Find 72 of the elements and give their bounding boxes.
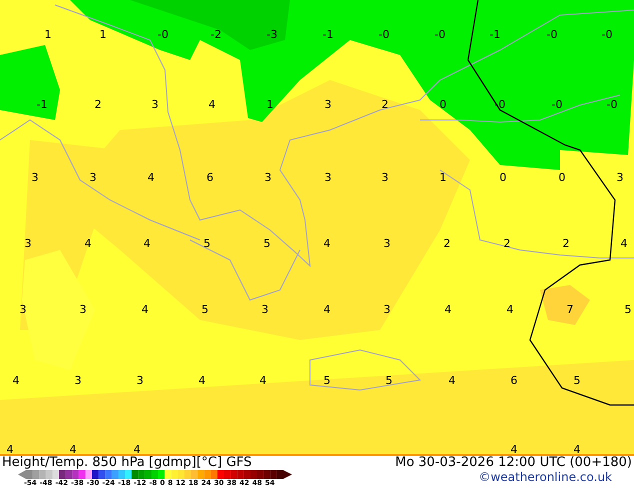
chart-title: Height/Temp. 850 hPa [gdmp][°C] GFS (2, 456, 252, 470)
map-value-label: 4 (70, 444, 76, 454)
map-value-label: 4 (134, 444, 140, 454)
map-value-label: -2 (210, 29, 222, 40)
map-value-label: -0 (552, 99, 562, 110)
map-value-label: 3 (324, 99, 332, 110)
credit-link[interactable]: ©weatheronline.co.uk (478, 470, 634, 484)
forecast-datetime: Mo 30-03-2026 12:00 UTC (00+180) (395, 456, 632, 470)
map-value-label: -1 (36, 99, 48, 110)
map-value-label: 1 (44, 29, 52, 40)
map-value-label: 4 (12, 375, 20, 386)
map-value-label: 4 (620, 238, 628, 249)
map-value-label: 3 (384, 238, 390, 249)
map-value-label: -0 (546, 29, 558, 40)
map-value-label: 3 (32, 172, 38, 183)
map-value-label: 5 (204, 238, 210, 249)
map-value-label: 4 (574, 444, 580, 454)
map-value-label: 7 (566, 304, 574, 315)
map-value-label: 4 (142, 304, 148, 315)
map-value-label: 3 (80, 304, 86, 315)
map-value-label: 4 (448, 375, 456, 386)
map-value-label: 4 (506, 304, 514, 315)
map-value-label: 1 (440, 172, 446, 183)
map-value-label: 5 (574, 375, 580, 386)
map-value-label: 5 (264, 238, 270, 249)
map-value-label: -1 (490, 29, 500, 40)
map-value-label: -3 (266, 29, 278, 40)
map-value-label: 5 (202, 304, 208, 315)
map-value-label: 2 (562, 238, 570, 249)
map-value-label: 3 (74, 375, 82, 386)
map-value-label: 0 (558, 172, 566, 183)
map-value-label: 4 (198, 375, 206, 386)
map-value-label: 3 (20, 304, 26, 315)
map-value-label: 1 (100, 29, 106, 40)
map-value-label: 3 (136, 375, 144, 386)
map-value-label: 0 (500, 172, 506, 183)
map-value-label: 3 (24, 238, 32, 249)
map-value-label: 2 (504, 238, 510, 249)
map-value-label: 3 (324, 172, 332, 183)
map-value-label: -0 (606, 99, 618, 110)
map-value-label: 4 (260, 375, 266, 386)
map-value-label: 3 (382, 172, 388, 183)
map-value-label: 3 (90, 172, 96, 183)
map-value-label: 2 (94, 99, 102, 110)
map-value-label: 5 (386, 375, 392, 386)
map-value-label: 4 (6, 444, 14, 454)
map-value-label: 0 (440, 99, 446, 110)
map-value-label: 3 (264, 172, 272, 183)
map-value-label: -0 (602, 29, 612, 40)
map-value-label: 2 (444, 238, 450, 249)
map-value-label: 3 (616, 172, 624, 183)
map-value-label: 2 (382, 99, 388, 110)
map-value-label: 4 (144, 238, 150, 249)
map-value-label: 6 (206, 172, 214, 183)
map-value-label: 4 (324, 304, 330, 315)
map-value-label: -0 (158, 29, 168, 40)
map-value-label: 4 (148, 172, 154, 183)
map-value-label: 4 (444, 304, 452, 315)
map-value-label: -1 (322, 29, 334, 40)
map-value-label: 5 (324, 375, 330, 386)
map-value-label: 1 (266, 99, 274, 110)
map-value-label: 4 (510, 444, 518, 454)
map-value-label: -0 (434, 29, 446, 40)
map-value-label: 6 (510, 375, 518, 386)
map-value-label: 3 (152, 99, 158, 110)
map-value-label: 4 (324, 238, 330, 249)
map-value-label: 3 (262, 304, 268, 315)
map-value-label: 3 (384, 304, 390, 315)
map-value-label: 4 (84, 238, 92, 249)
map-value-label: 5 (624, 304, 632, 315)
map-value-label: 4 (208, 99, 216, 110)
map-value-label: -0 (378, 29, 390, 40)
